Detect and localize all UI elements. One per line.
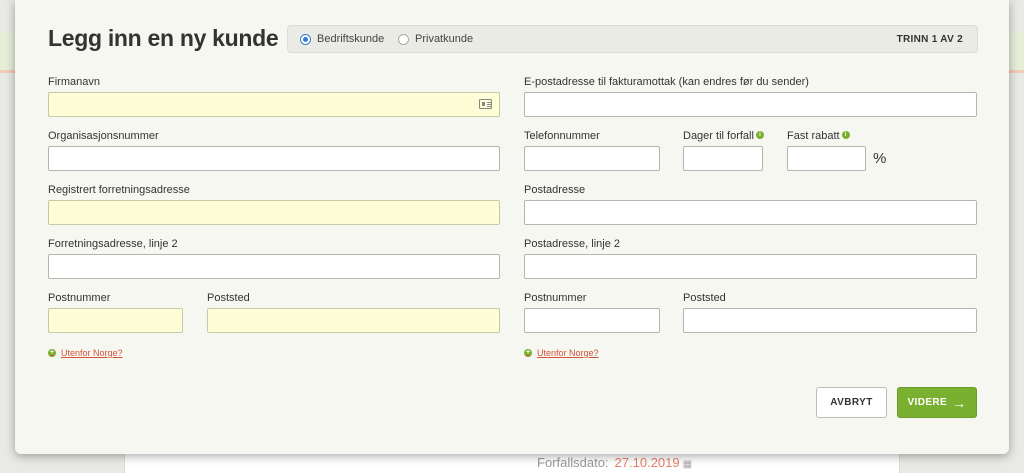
right-postal-code-input[interactable] [524,308,660,333]
dialog-title: Legg inn en ny kunde [48,25,279,51]
radio-selected-icon [300,33,311,45]
postal-address-label: Postadresse [524,184,586,196]
company-name-input[interactable] [48,92,500,117]
invoice-email-input[interactable] [524,92,977,117]
info-icon[interactable]: i [755,131,764,139]
new-customer-dialog: Legg inn en ny kunde Bedriftskunde Priva… [15,0,1009,454]
business-address-2-label: Forretningsadresse, linje 2 [48,238,178,250]
right-postal-city-input[interactable] [683,308,977,333]
contact-card-icon[interactable] [479,99,492,109]
left-outside-norway-text: Utenfor Norge? [61,348,123,358]
radio-private-customer[interactable]: Privatkunde [398,33,473,45]
org-number-label: Organisasjonsnummer [48,130,159,142]
right-postal-city-label: Poststed [683,292,726,304]
invoice-email-label: E-postadresse til fakturamottak (kan end… [524,76,809,88]
right-postal-code-label: Postnummer [524,292,587,304]
due-date-value: 27.10.2019 [614,455,680,470]
radio-unselected-icon [398,33,409,45]
postal-address-2-input[interactable] [524,254,977,279]
arrow-right-icon: → [952,394,967,411]
info-icon[interactable]: i [841,131,850,139]
customer-type-bar: Bedriftskunde Privatkunde TRINN 1 AV 2 [287,25,978,53]
due-days-label: Dager til forfall i [683,130,764,142]
business-address-label: Registrert forretningsadresse [48,184,190,196]
plus-icon: + [524,349,532,357]
postal-address-input[interactable] [524,200,977,225]
radio-business-label: Bedriftskunde [317,33,385,45]
fixed-discount-label: Fast rabatt i [787,130,850,142]
next-button-label: VIDERE [907,397,948,408]
percent-unit: % [873,150,887,167]
step-indicator: TRINN 1 AV 2 [896,34,963,45]
radio-business-customer[interactable]: Bedriftskunde [300,33,384,45]
business-address-2-input[interactable] [48,254,500,279]
fixed-discount-input[interactable] [787,146,866,171]
due-days-input[interactable] [683,146,763,171]
left-outside-norway-link[interactable]: + Utenfor Norge? [48,348,123,358]
due-date-label: Forfallsdato: [537,455,609,470]
phone-input[interactable] [524,146,660,171]
next-button[interactable]: VIDERE → [897,387,977,418]
plus-icon: + [48,349,56,357]
background-due-date: Forfallsdato: 27.10.2019 ▦ [537,455,692,470]
left-postal-city-label: Poststed [207,292,250,304]
radio-private-label: Privatkunde [415,33,474,45]
left-postal-city-input[interactable] [207,308,500,333]
right-outside-norway-text: Utenfor Norge? [537,348,599,358]
phone-label: Telefonnummer [524,130,600,142]
business-address-input[interactable] [48,200,500,225]
left-postal-code-label: Postnummer [48,292,111,304]
postal-address-2-label: Postadresse, linje 2 [524,238,620,250]
right-outside-norway-link[interactable]: + Utenfor Norge? [524,348,599,358]
org-number-input[interactable] [48,146,500,171]
calendar-icon: ▦ [682,459,693,470]
company-name-label: Firmanavn [48,76,100,88]
cancel-button[interactable]: AVBRYT [816,387,887,418]
left-postal-code-input[interactable] [48,308,183,333]
